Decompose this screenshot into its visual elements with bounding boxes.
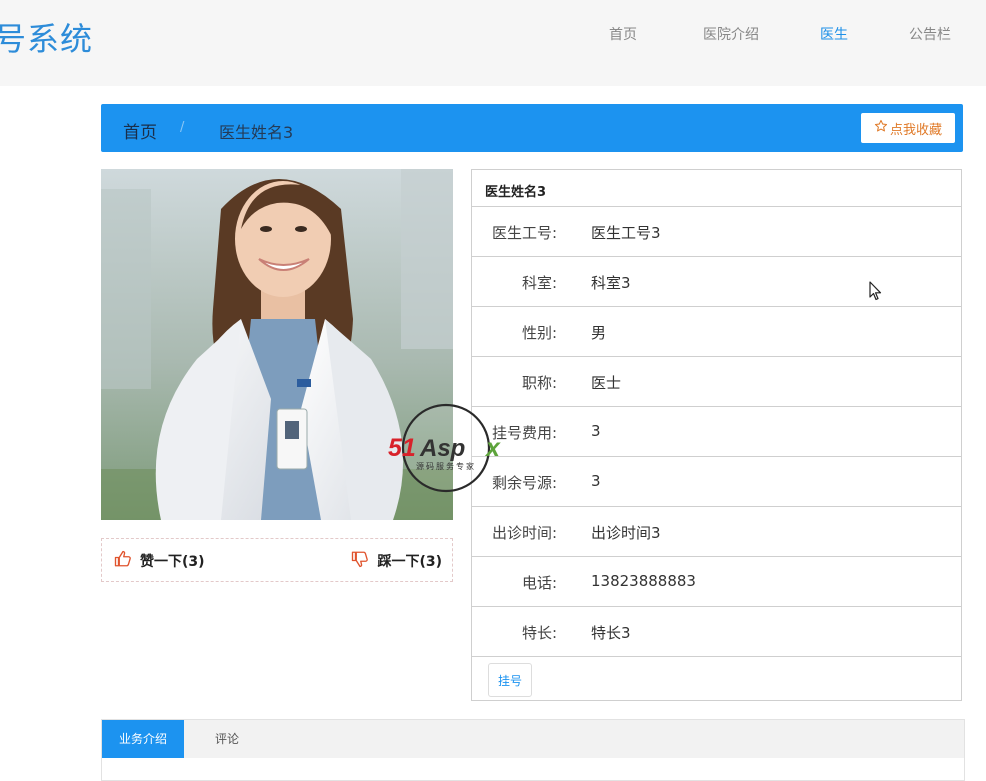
nav-home[interactable]: 首页 xyxy=(609,24,637,44)
info-label: 出诊时间: xyxy=(491,524,557,542)
info-row-department: 科室: 科室3 xyxy=(472,257,961,307)
tab-business-intro[interactable]: 业务介绍 xyxy=(102,720,184,758)
info-row-fee: 挂号费用: 3 xyxy=(472,407,961,457)
book-appointment-button[interactable]: 挂号 xyxy=(488,663,532,697)
info-value: 3 xyxy=(591,472,601,490)
nav-notices[interactable]: 公告栏 xyxy=(909,24,951,44)
info-value: 男 xyxy=(591,324,607,342)
tab-comments[interactable]: 评论 xyxy=(215,720,239,758)
vote-box: 赞一下(3) 踩一下(3) xyxy=(101,538,453,582)
info-label: 电话: xyxy=(521,574,557,592)
info-row-remaining-slots: 剩余号源: 3 xyxy=(472,457,961,507)
info-value: 13823888883 xyxy=(591,572,696,590)
nav-hospital-intro[interactable]: 医院介绍 xyxy=(703,24,759,44)
info-value: 出诊时间3 xyxy=(591,524,661,542)
thumbs-down-icon xyxy=(351,550,369,572)
info-label: 职称: xyxy=(521,374,557,392)
info-label: 科室: xyxy=(521,274,557,292)
breadcrumb-current: 医生姓名3 xyxy=(219,123,294,142)
top-navbar: 号系统 首页 医院介绍 医生 公告栏 xyxy=(0,0,986,86)
svg-text:Asp: Asp xyxy=(419,435,465,462)
like-label: 赞一下(3) xyxy=(140,554,205,570)
thumbs-up-icon xyxy=(114,550,132,572)
breadcrumb: 首页 / 医生姓名3 点我收藏 xyxy=(101,104,963,152)
tab-header: 业务介绍 评论 xyxy=(102,720,964,758)
info-value: 科室3 xyxy=(591,274,631,292)
doctor-name-heading: 医生姓名3 xyxy=(472,170,961,207)
watermark-logo: 51 Asp x 源码服务专家 xyxy=(386,402,516,494)
info-row-specialty: 特长: 特长3 xyxy=(472,607,961,657)
nav-doctors[interactable]: 医生 xyxy=(820,24,848,44)
favorite-button-label: 点我收藏 xyxy=(889,122,942,138)
info-row-staff-id: 医生工号: 医生工号3 xyxy=(472,207,961,257)
mouse-cursor-icon xyxy=(869,281,883,305)
info-label: 特长: xyxy=(521,624,557,642)
dislike-button[interactable]: 踩一下(3) xyxy=(351,550,442,572)
info-value: 医士 xyxy=(591,374,622,392)
info-label: 性别: xyxy=(521,324,557,342)
breadcrumb-home-link[interactable]: 首页 xyxy=(123,118,157,143)
info-value: 医生工号3 xyxy=(591,224,661,242)
dislike-label: 踩一下(3) xyxy=(377,554,442,570)
star-outline-icon xyxy=(874,119,888,137)
breadcrumb-separator: / xyxy=(180,120,185,135)
svg-text:源码服务专家: 源码服务专家 xyxy=(416,461,476,471)
info-row-phone: 电话: 13823888883 xyxy=(472,557,961,607)
info-label: 医生工号: xyxy=(491,224,557,242)
like-button[interactable]: 赞一下(3) xyxy=(114,550,205,572)
info-value: 特长3 xyxy=(591,624,631,642)
info-value: 3 xyxy=(591,422,601,440)
svg-text:x: x xyxy=(484,434,501,462)
detail-tabs: 业务介绍 评论 xyxy=(101,719,965,781)
info-row-schedule: 出诊时间: 出诊时间3 xyxy=(472,507,961,557)
info-row-title: 职称: 医士 xyxy=(472,357,961,407)
doctor-info-table: 医生姓名3 医生工号: 医生工号3 科室: 科室3 性别: 男 职称: 医士 挂… xyxy=(471,169,962,701)
svg-text:51: 51 xyxy=(388,434,416,462)
site-title[interactable]: 号系统 xyxy=(0,14,93,60)
favorite-button[interactable]: 点我收藏 xyxy=(861,113,955,143)
info-row-gender: 性别: 男 xyxy=(472,307,961,357)
